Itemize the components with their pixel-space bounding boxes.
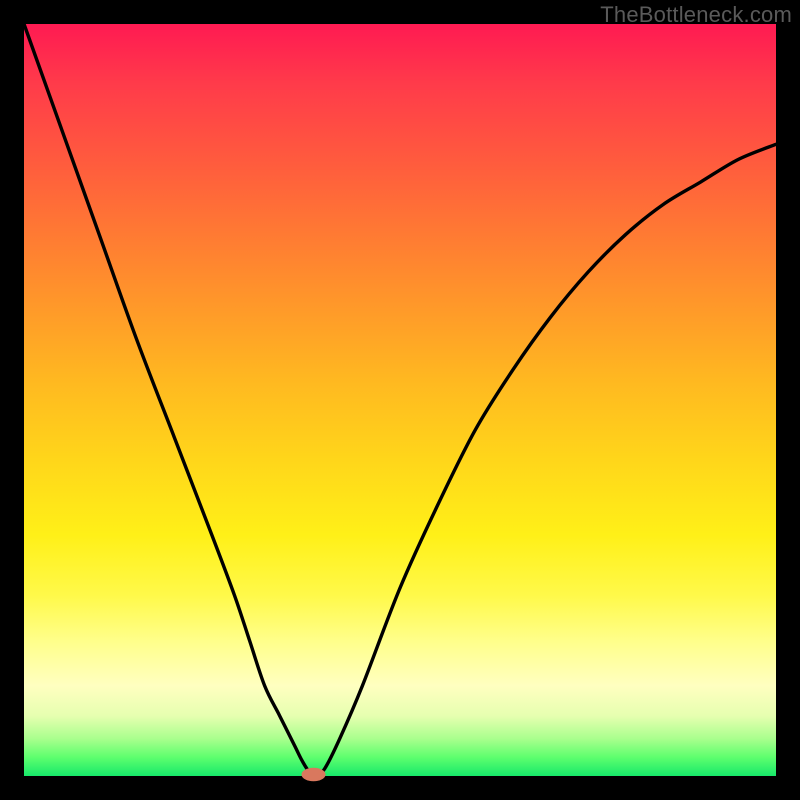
bottleneck-curve <box>24 24 776 774</box>
curve-svg <box>24 24 776 776</box>
chart-frame: TheBottleneck.com <box>0 0 800 800</box>
plot-area <box>24 24 776 776</box>
minimum-marker <box>301 768 325 782</box>
